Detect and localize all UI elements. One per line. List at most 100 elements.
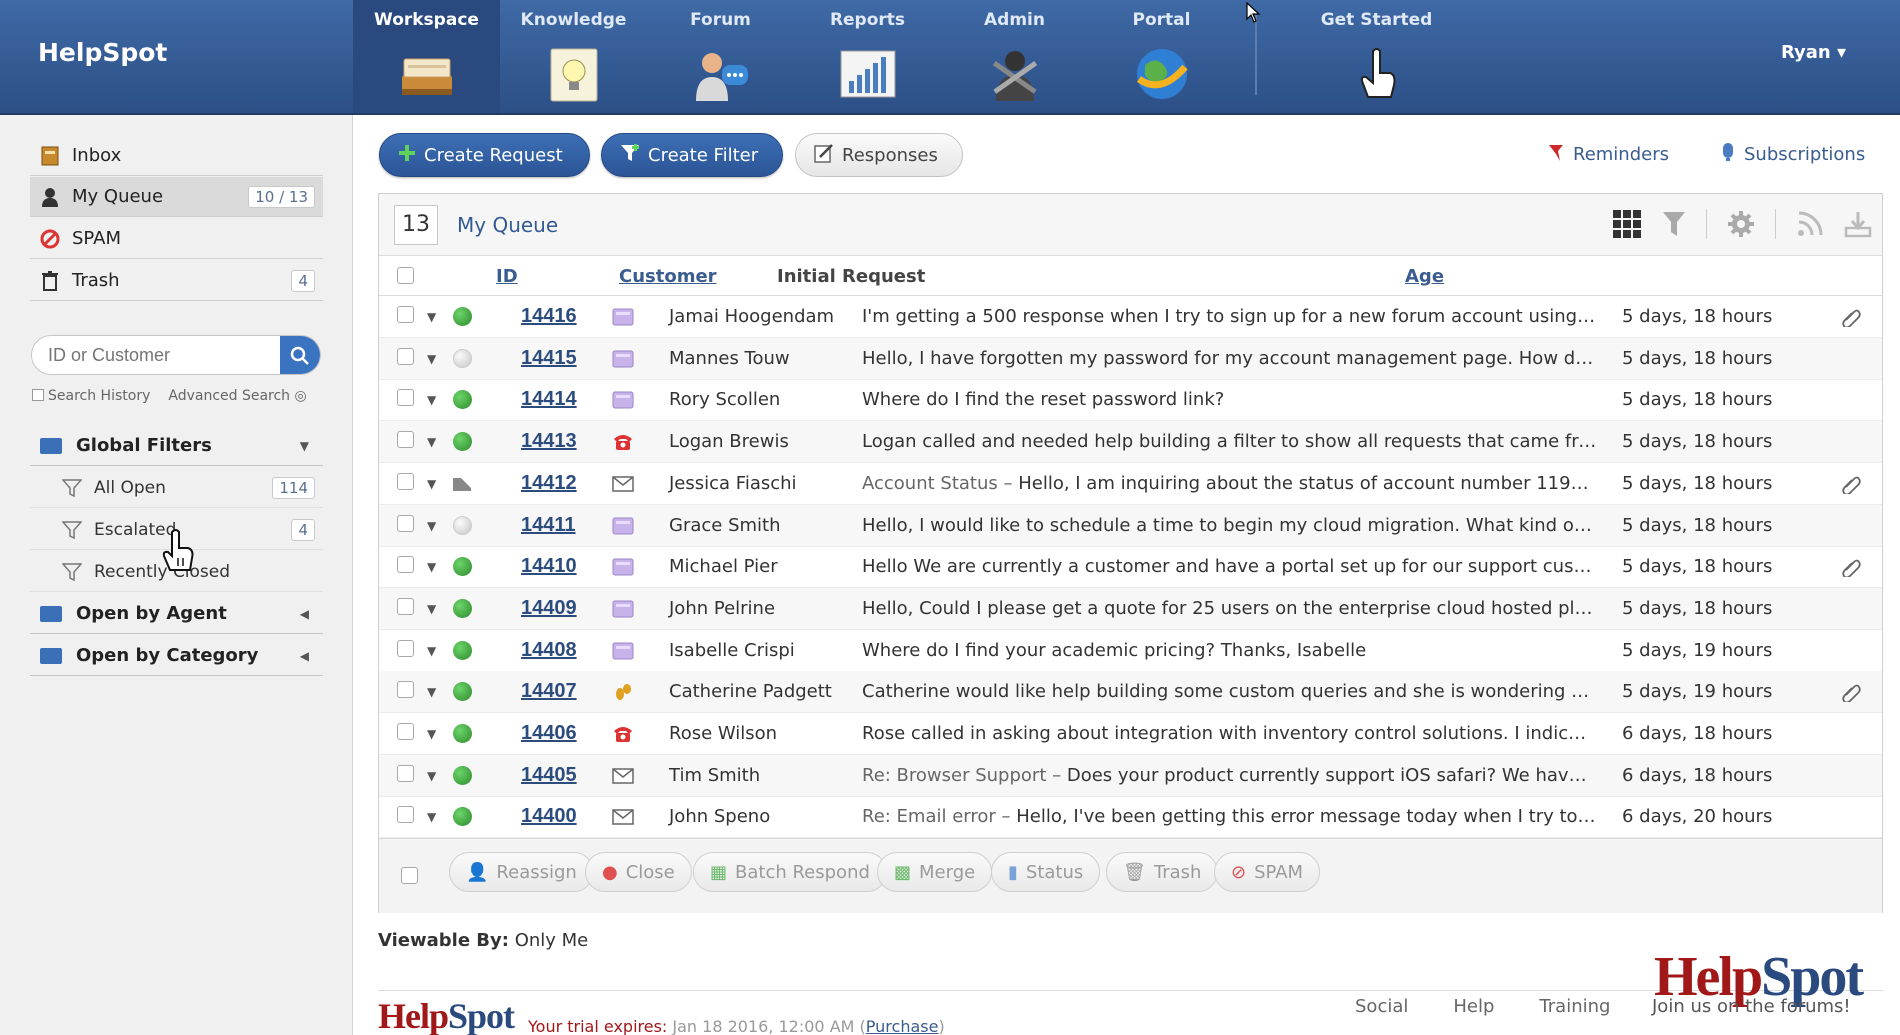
row-checkbox[interactable] bbox=[397, 723, 414, 740]
request-id-link[interactable]: 14416 bbox=[521, 305, 577, 328]
merge-button[interactable]: ▩ Merge bbox=[877, 852, 993, 892]
reassign-button[interactable]: 👤 Reassign bbox=[449, 852, 594, 892]
attachment-paperclip-icon[interactable] bbox=[1841, 682, 1861, 703]
request-id-link[interactable]: 14400 bbox=[521, 805, 577, 828]
create-request-button[interactable]: Create Request bbox=[379, 133, 590, 177]
request-id-link[interactable]: 14413 bbox=[521, 430, 577, 453]
spam-button[interactable]: ⊘ SPAM bbox=[1214, 852, 1321, 892]
filter-funnel-icon[interactable] bbox=[1662, 210, 1686, 238]
initial-request[interactable]: Hello, Could I please get a quote for 25… bbox=[862, 598, 1597, 619]
gear-icon[interactable] bbox=[1727, 210, 1755, 238]
status-button[interactable]: ▮ Status bbox=[991, 852, 1101, 892]
tab-forum[interactable]: Forum bbox=[647, 0, 794, 113]
column-initial-request[interactable]: Initial Request bbox=[777, 266, 925, 287]
forum-note[interactable]: Join us on the forums! bbox=[1652, 996, 1851, 1017]
row-checkbox[interactable] bbox=[397, 306, 414, 323]
initial-request[interactable]: Where do I find the reset password link? bbox=[862, 389, 1597, 410]
open-by-category-header[interactable]: Open by Category ◀ bbox=[30, 636, 323, 676]
row-checkbox[interactable] bbox=[397, 681, 414, 699]
trash-button[interactable]: 🗑 Trash bbox=[1106, 852, 1219, 892]
column-id[interactable]: ID bbox=[496, 266, 518, 287]
request-id-link[interactable]: 14406 bbox=[521, 722, 577, 745]
row-checkbox[interactable] bbox=[397, 431, 414, 449]
footer-link-help[interactable]: Help bbox=[1453, 996, 1494, 1017]
row-menu-caret-icon[interactable]: ▼ bbox=[427, 560, 436, 574]
row-menu-caret-icon[interactable]: ▼ bbox=[427, 727, 436, 741]
app-logo[interactable]: HelpSpot bbox=[38, 38, 167, 67]
open-by-agent-header[interactable]: Open by Agent ◀ bbox=[30, 594, 323, 634]
row-menu-caret-icon[interactable]: ▼ bbox=[427, 769, 436, 783]
attachment-paperclip-icon[interactable] bbox=[1841, 557, 1861, 578]
row-checkbox[interactable] bbox=[397, 556, 414, 574]
create-filter-button[interactable]: Create Filter bbox=[601, 133, 783, 177]
row-checkbox[interactable] bbox=[397, 806, 414, 824]
footer-link-social[interactable]: Social bbox=[1355, 996, 1408, 1017]
download-icon[interactable] bbox=[1844, 210, 1872, 238]
initial-request[interactable]: Logan called and needed help building a … bbox=[862, 431, 1597, 452]
filter-all-open[interactable]: All Open 114 bbox=[30, 468, 323, 508]
attachment-paperclip-icon[interactable] bbox=[1841, 307, 1861, 327]
request-id-link[interactable]: 14407 bbox=[521, 680, 577, 703]
row-checkbox[interactable] bbox=[397, 472, 414, 490]
row-checkbox[interactable] bbox=[397, 764, 414, 782]
tab-portal[interactable]: Portal bbox=[1088, 0, 1235, 113]
row-menu-caret-icon[interactable]: ▼ bbox=[427, 310, 436, 324]
row-checkbox[interactable] bbox=[397, 639, 414, 657]
request-id-link[interactable]: 14415 bbox=[521, 347, 577, 370]
batch-respond-button[interactable]: ▦ Batch Respond bbox=[693, 852, 887, 892]
row-menu-caret-icon[interactable]: ▼ bbox=[427, 644, 436, 658]
row-checkbox[interactable] bbox=[397, 514, 414, 532]
rss-feed-icon[interactable] bbox=[1796, 210, 1824, 238]
batch-select-checkbox[interactable] bbox=[401, 867, 418, 884]
table-row[interactable]: ▼ 14407 Catherine Padgett Catherine would l… bbox=[379, 671, 1882, 714]
select-all-checkbox[interactable] bbox=[397, 267, 414, 284]
advanced-search-link[interactable]: Advanced Search ◎ bbox=[168, 388, 306, 404]
sidebar-item-spam[interactable]: SPAM bbox=[30, 219, 323, 259]
row-menu-caret-icon[interactable]: ▼ bbox=[427, 393, 436, 407]
tab-reports[interactable]: Reports bbox=[794, 0, 941, 113]
initial-request[interactable]: Where do I find your academic pricing? T… bbox=[862, 640, 1597, 661]
tab-admin[interactable]: Admin bbox=[941, 0, 1088, 113]
initial-request[interactable]: Hello We are currently a customer and ha… bbox=[862, 556, 1597, 577]
table-row[interactable]: ▼ 14411 Grace Smith Hello, I would like to … bbox=[379, 504, 1882, 547]
request-id-link[interactable]: 14414 bbox=[521, 388, 577, 411]
row-menu-caret-icon[interactable]: ▼ bbox=[427, 477, 436, 491]
global-filters-header[interactable]: Global Filters ▼ bbox=[30, 426, 323, 466]
row-menu-caret-icon[interactable]: ▼ bbox=[427, 435, 436, 449]
close-button[interactable]: ● Close bbox=[585, 852, 692, 892]
row-menu-caret-icon[interactable]: ▼ bbox=[427, 685, 436, 699]
table-row[interactable]: ▼ 14406 Rose Wilson Rose called in asking a… bbox=[379, 713, 1882, 755]
row-menu-caret-icon[interactable]: ▼ bbox=[427, 519, 436, 533]
request-id-link[interactable]: 14409 bbox=[521, 597, 577, 620]
table-row[interactable]: ▼ 14413 Logan Brewis Logan called and neede… bbox=[379, 421, 1882, 464]
tab-workspace[interactable]: Workspace bbox=[353, 0, 500, 113]
tab-get-started[interactable]: Get Started bbox=[1303, 0, 1450, 113]
row-checkbox[interactable] bbox=[397, 389, 414, 407]
row-menu-caret-icon[interactable]: ▼ bbox=[427, 810, 436, 824]
table-row[interactable]: ▼ 14410 Michael Pier Hello We are currently… bbox=[379, 546, 1882, 589]
user-menu[interactable]: Ryan ▾ bbox=[1781, 42, 1846, 63]
reminders-link[interactable]: Reminders bbox=[1547, 142, 1669, 167]
search-button[interactable] bbox=[280, 336, 320, 374]
row-checkbox[interactable] bbox=[397, 597, 414, 615]
initial-request[interactable]: Rose called in asking about integration … bbox=[862, 723, 1597, 744]
subscriptions-link[interactable]: Subscriptions bbox=[1720, 142, 1865, 167]
initial-request[interactable]: Catherine would like help building some … bbox=[862, 681, 1597, 702]
table-row[interactable]: ▼ 14409 John Pelrine Hello, Could I please … bbox=[379, 587, 1882, 630]
table-row[interactable]: ▼ 14415 Mannes Touw Hello, I have forgotten… bbox=[379, 337, 1882, 380]
request-id-link[interactable]: 14412 bbox=[521, 472, 577, 495]
initial-request[interactable]: Account Status – Hello, I am inquiring a… bbox=[862, 473, 1597, 494]
sidebar-item-my-queue[interactable]: My Queue 10 / 13 bbox=[30, 177, 323, 217]
initial-request[interactable]: Re: Email error – Hello, I've been getti… bbox=[862, 806, 1597, 827]
sidebar-item-inbox[interactable]: Inbox bbox=[30, 136, 323, 176]
request-id-link[interactable]: 14410 bbox=[521, 555, 577, 578]
tab-knowledge[interactable]: Knowledge bbox=[500, 0, 647, 113]
attachment-paperclip-icon[interactable] bbox=[1841, 474, 1861, 494]
footer-link-training[interactable]: Training bbox=[1539, 996, 1610, 1017]
request-id-link[interactable]: 14411 bbox=[521, 514, 576, 537]
search-history-checkbox[interactable] bbox=[32, 389, 44, 401]
table-row[interactable]: ▼ 14400 John Speno Re: Email error – Hello,… bbox=[379, 796, 1882, 839]
row-menu-caret-icon[interactable]: ▼ bbox=[427, 352, 436, 366]
request-id-link[interactable]: 14408 bbox=[521, 639, 577, 662]
initial-request[interactable]: I'm getting a 500 response when I try to… bbox=[862, 306, 1597, 327]
